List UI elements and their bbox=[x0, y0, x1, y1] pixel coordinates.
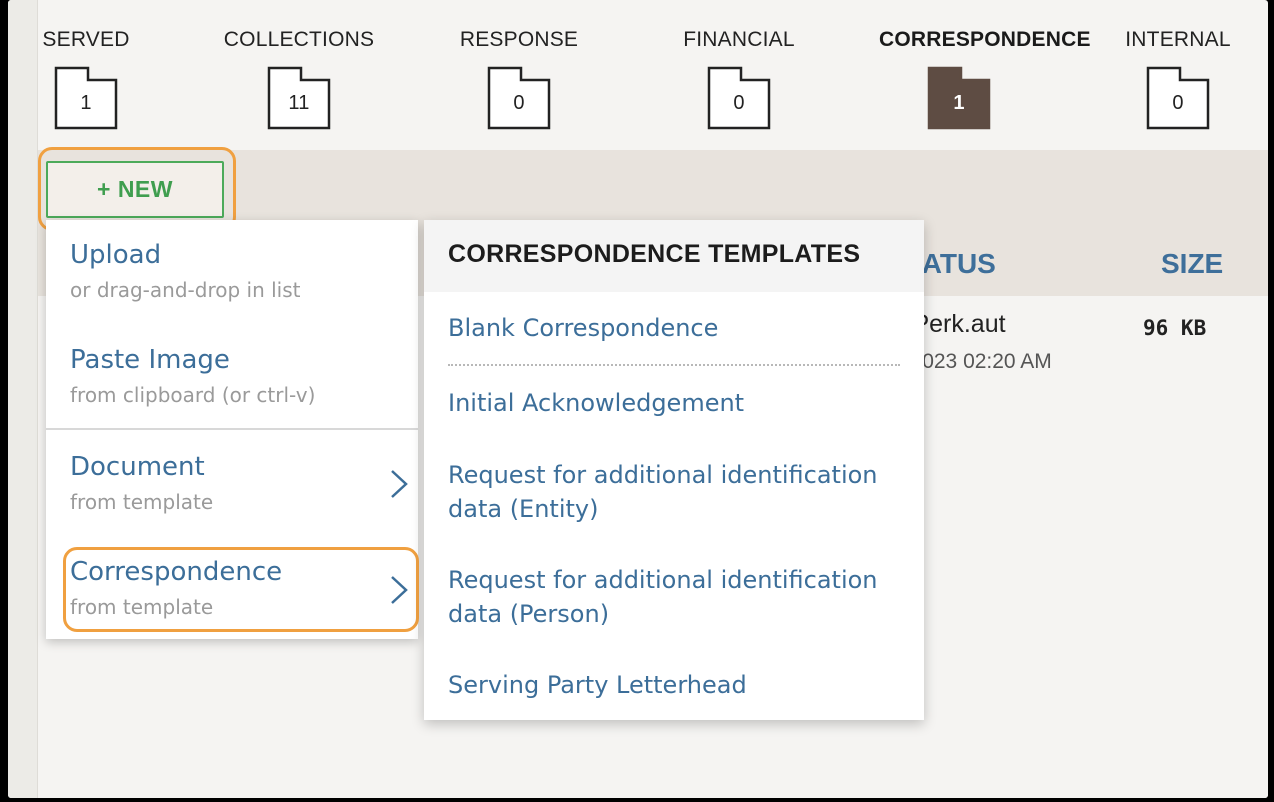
app-frame: SERVED 1 COLLECTIONS 11 RESPONSE 0 FINAN… bbox=[8, 0, 1268, 798]
menu-item-subtitle: or drag-and-drop in list bbox=[70, 278, 301, 302]
template-item[interactable]: Request for additional identification da… bbox=[448, 563, 908, 631]
tab-label: INTERNAL bbox=[1125, 28, 1231, 51]
menu-item-title: Document bbox=[70, 452, 205, 482]
tab-count: 0 bbox=[1172, 92, 1184, 114]
new-button[interactable]: + NEW bbox=[46, 161, 224, 218]
tab-count: 0 bbox=[513, 92, 525, 114]
correspondence-templates-menu: CORRESPONDENCE TEMPLATES Blank Correspon… bbox=[424, 220, 924, 720]
tab-collections[interactable]: COLLECTIONS 11 bbox=[219, 26, 379, 130]
template-item[interactable]: Initial Acknowledgement bbox=[448, 386, 908, 420]
tab-count: 0 bbox=[733, 92, 745, 114]
folder-icon-active: 1 bbox=[927, 66, 991, 130]
template-item[interactable]: Serving Party Letterhead bbox=[448, 668, 908, 702]
tab-label: SERVED bbox=[42, 28, 130, 51]
template-item[interactable]: Blank Correspondence bbox=[448, 311, 908, 345]
file-size: 96 KB bbox=[1143, 316, 1207, 340]
tab-label: RESPONSE bbox=[459, 28, 579, 51]
template-divider bbox=[448, 364, 900, 366]
templates-title: CORRESPONDENCE TEMPLATES bbox=[448, 240, 861, 268]
tab-count: 1 bbox=[953, 92, 965, 114]
correspondence-highlight bbox=[63, 547, 419, 632]
folder-icon: 0 bbox=[707, 66, 771, 130]
template-item[interactable]: Request for additional identification da… bbox=[448, 458, 908, 526]
menu-item-title: Upload bbox=[70, 240, 162, 270]
templates-header: CORRESPONDENCE TEMPLATES bbox=[424, 220, 924, 292]
tab-label: FINANCIAL bbox=[683, 28, 795, 51]
tab-served[interactable]: SERVED 1 bbox=[8, 26, 166, 130]
tab-internal[interactable]: INTERNAL 0 bbox=[1098, 26, 1258, 130]
chevron-right-icon bbox=[388, 468, 410, 504]
tab-response[interactable]: RESPONSE 0 bbox=[439, 26, 599, 130]
menu-item-title: Paste Image bbox=[70, 345, 230, 375]
menu-item-subtitle: from clipboard (or ctrl-v) bbox=[70, 383, 316, 407]
tab-count: 1 bbox=[80, 92, 92, 114]
tab-financial[interactable]: FINANCIAL 0 bbox=[659, 26, 819, 130]
folder-icon: 11 bbox=[267, 66, 331, 130]
folder-icon: 0 bbox=[1146, 66, 1210, 130]
menu-item-paste-image[interactable]: Paste Image from clipboard (or ctrl-v) bbox=[46, 324, 418, 428]
tab-label: CORRESPONDENCE bbox=[879, 28, 1091, 51]
folder-icon: 1 bbox=[54, 66, 118, 130]
tab-label: COLLECTIONS bbox=[223, 28, 375, 51]
menu-item-document[interactable]: Document from template bbox=[46, 430, 418, 534]
column-header-size[interactable]: SIZE bbox=[1161, 248, 1223, 280]
tab-correspondence[interactable]: CORRESPONDENCE 1 bbox=[879, 26, 1091, 130]
tab-count: 11 bbox=[288, 92, 310, 114]
menu-item-subtitle: from template bbox=[70, 490, 214, 514]
folder-icon: 0 bbox=[487, 66, 551, 130]
menu-item-upload[interactable]: Upload or drag-and-drop in list bbox=[46, 220, 418, 324]
